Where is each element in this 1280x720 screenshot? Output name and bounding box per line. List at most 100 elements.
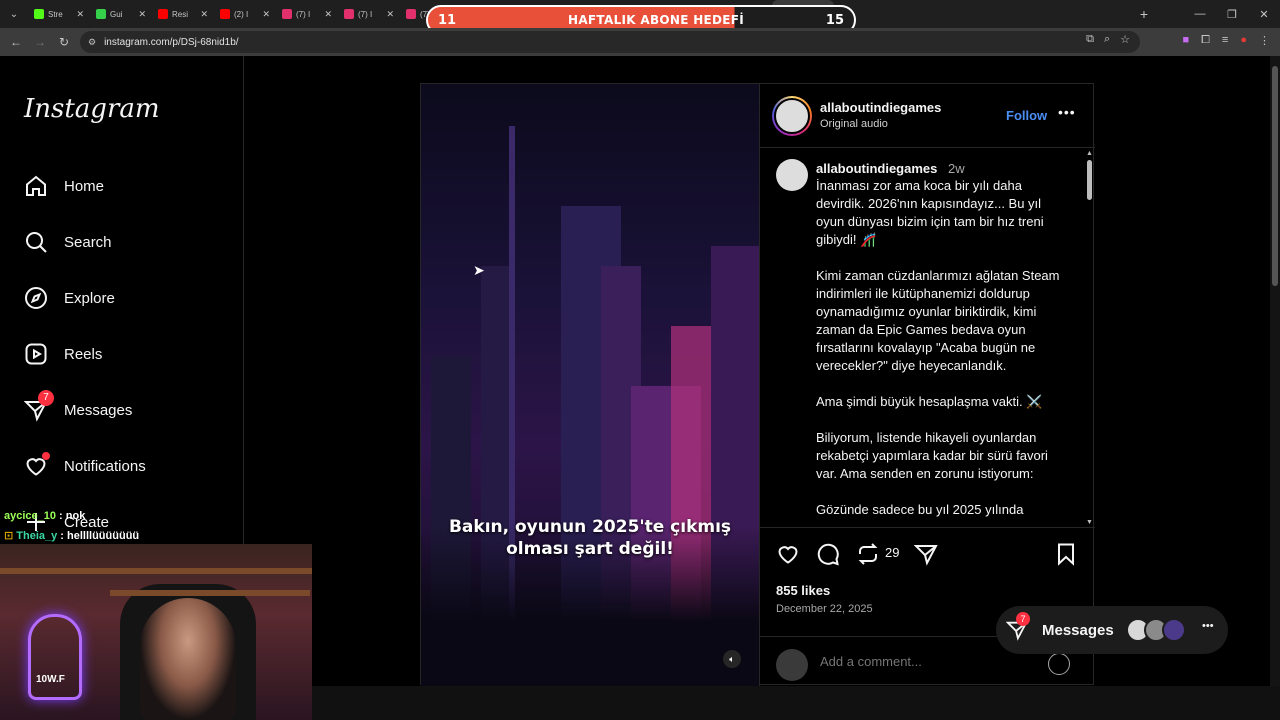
messages-label: Messages: [1042, 621, 1114, 639]
scroll-down-icon[interactable]: ▼: [1086, 519, 1093, 526]
tab-close-icon[interactable]: ✕: [324, 9, 332, 20]
browser-tab[interactable]: Gui ✕: [90, 0, 152, 28]
sidebar-item-explore[interactable]: Explore: [24, 286, 115, 310]
chat-text: nok: [65, 510, 86, 522]
browser-tab[interactable]: (7) I ✕: [276, 0, 338, 28]
post-caption: allaboutindiegames 2w İnanması zor ama k…: [760, 149, 1095, 526]
messages-pill[interactable]: 7 Messages •••: [996, 606, 1228, 654]
minimize-icon[interactable]: —: [1184, 8, 1216, 20]
bookmark-star-icon[interactable]: ☆: [1120, 33, 1130, 46]
share-icon[interactable]: [914, 542, 938, 566]
caption-paragraph: İnanması zor ama koca bir yılı daha devi…: [816, 178, 1044, 247]
address-bar[interactable]: ⚙ instagram.com/p/DSj-68nid1b/: [80, 31, 1140, 53]
like-heart-icon[interactable]: [776, 542, 800, 566]
restore-icon[interactable]: ❐: [1216, 8, 1248, 21]
browser-tab[interactable]: Stre ✕: [28, 0, 90, 28]
tab-favicon-icon: [158, 9, 168, 19]
comment-input[interactable]: [820, 654, 1020, 669]
close-window-icon[interactable]: ✕: [1248, 8, 1280, 21]
avatar: [776, 649, 808, 681]
zoom-icon[interactable]: ⌕: [1104, 33, 1110, 46]
follow-button[interactable]: Follow: [1006, 108, 1047, 123]
reload-icon[interactable]: ↻: [52, 35, 76, 49]
browser-toolbar: ← → ↻ ⚙ instagram.com/p/DSj-68nid1b/ ⧉ ⌕…: [0, 28, 1280, 56]
extensions-puzzle-icon[interactable]: ⧠: [1201, 34, 1210, 47]
sidebar-item-label: Notifications: [64, 457, 146, 475]
forward-icon[interactable]: →: [28, 35, 52, 49]
caption-paragraph: Biliyorum, listende hikayeli oyunlardan …: [816, 430, 1048, 481]
tab-label: (2) I: [234, 9, 249, 19]
sidebar-item-label: Reels: [64, 345, 103, 363]
sidebar-item-messages[interactable]: 7 Messages: [24, 390, 132, 422]
goal-title: HAFTALIK ABONE HEDEFİ: [568, 13, 745, 27]
audio-label[interactable]: Original audio: [820, 118, 888, 130]
sidebar-item-reels[interactable]: Reels: [24, 342, 102, 366]
sidebar-item-label: Search: [64, 233, 112, 251]
page-scrollbar[interactable]: [1270, 56, 1280, 720]
streamer: [140, 598, 236, 720]
media-control-icon[interactable]: ≡: [1222, 34, 1228, 47]
tab-favicon-icon: [34, 9, 44, 19]
post-date[interactable]: December 22, 2025: [776, 603, 873, 615]
search-icon: [26, 232, 47, 253]
chat-message: aycice_10 : nok: [4, 510, 86, 522]
avatar[interactable]: [776, 159, 808, 191]
profile-icon[interactable]: ●: [1240, 34, 1247, 47]
tab-close-icon[interactable]: ✕: [138, 9, 146, 20]
caption-scrollbar[interactable]: ▲ ▼: [1086, 150, 1094, 526]
tab-search-button[interactable]: ⌄: [0, 0, 28, 28]
tab-close-icon[interactable]: ✕: [262, 9, 270, 20]
sidebar-item-notifications[interactable]: Notifications: [24, 452, 146, 478]
tab-close-icon[interactable]: ✕: [200, 9, 208, 20]
streamer-webcam: 10W.F: [0, 544, 312, 720]
tab-close-icon[interactable]: ✕: [76, 9, 84, 20]
author-username[interactable]: allaboutindiegames: [820, 100, 941, 115]
tab-label: Stre: [48, 9, 63, 19]
browser-tab[interactable]: (2) I ✕: [214, 0, 276, 28]
video-caption: Bakın, oyunun 2025'te çıkmış olması şart…: [448, 517, 732, 559]
chat-message: ⊡ Theia_y : hellllüüüüüüü: [4, 530, 140, 542]
scroll-thumb[interactable]: [1272, 66, 1278, 286]
caption-time[interactable]: 2w: [948, 161, 965, 176]
extension-icon[interactable]: ■: [1182, 34, 1189, 47]
scroll-thumb[interactable]: [1087, 160, 1092, 200]
sidebar-item-home[interactable]: Home: [24, 174, 104, 198]
more-options-icon[interactable]: •••: [1202, 620, 1214, 632]
reel-video[interactable]: ➤ Bakın, oyunun 2025'te çıkmış olması şa…: [421, 84, 759, 686]
home-icon: [26, 175, 46, 196]
install-app-icon[interactable]: ⧉: [1086, 33, 1094, 46]
browser-tab[interactable]: Resi ✕: [152, 0, 214, 28]
repost-icon[interactable]: [856, 542, 880, 566]
emoji-icon[interactable]: [1048, 653, 1070, 675]
tab-label: (7) I: [358, 9, 373, 19]
window-controls: — ❐ ✕: [1184, 0, 1280, 28]
site-info-icon[interactable]: ⚙: [88, 37, 96, 48]
messages-badge: 7: [1016, 612, 1030, 626]
caption-username[interactable]: allaboutindiegames: [816, 161, 937, 176]
tab-favicon-icon: [220, 9, 230, 19]
shelf: [110, 590, 310, 596]
chat-text: hellllüüüüüüü: [67, 530, 140, 542]
reels-icon: [25, 343, 47, 365]
post-modal: ➤ Bakın, oyunun 2025'te çıkmış olması şa…: [420, 83, 1095, 686]
instagram-logo[interactable]: Instagram: [24, 94, 160, 124]
likes-count[interactable]: 855 likes: [776, 583, 830, 598]
comment-icon[interactable]: [816, 542, 840, 566]
volume-icon[interactable]: 🔈︎: [723, 650, 741, 668]
instagram-page: Instagram Home Search Explore Reels 7 Me…: [0, 56, 1280, 720]
avatar[interactable]: [1162, 618, 1186, 642]
scroll-up-icon[interactable]: ▲: [1086, 150, 1093, 157]
repost-count[interactable]: 29: [885, 545, 899, 560]
sidebar-item-search[interactable]: Search: [24, 230, 112, 254]
author-avatar[interactable]: [772, 96, 812, 136]
more-options-icon[interactable]: •••: [1058, 104, 1076, 120]
menu-kebab-icon[interactable]: ⋮: [1259, 34, 1270, 47]
new-tab-button[interactable]: +: [1130, 6, 1158, 22]
back-icon[interactable]: ←: [4, 35, 28, 49]
tab-favicon-icon: [344, 9, 354, 19]
tab-favicon-icon: [282, 9, 292, 19]
browser-tab[interactable]: (7) I ✕: [338, 0, 400, 28]
caption-paragraph: Kimi zaman cüzdanlarımızı ağlatan Steam …: [816, 268, 1060, 373]
tab-close-icon[interactable]: ✕: [386, 9, 394, 20]
save-bookmark-icon[interactable]: [1054, 542, 1078, 566]
